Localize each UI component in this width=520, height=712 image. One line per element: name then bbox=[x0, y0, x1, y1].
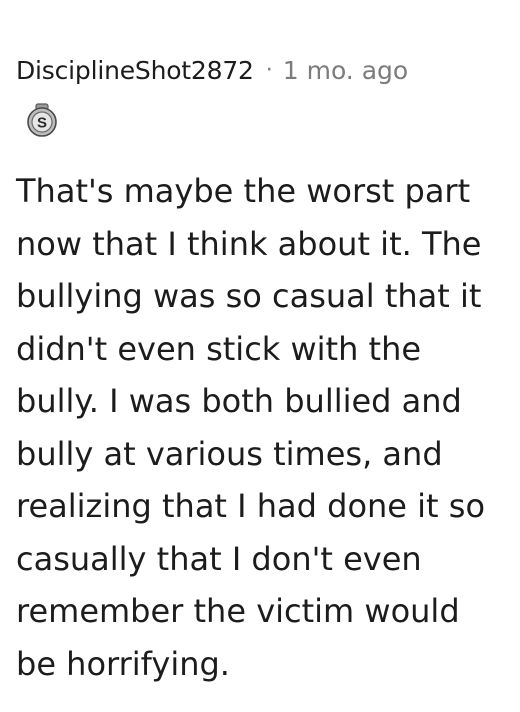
comment-body-line: casually that I don't even bbox=[16, 539, 422, 578]
comment-body-line: remember the victim would bbox=[16, 592, 460, 630]
comment-body-line: be horrifying. bbox=[16, 644, 230, 683]
flair-letter: S bbox=[37, 115, 47, 132]
s-coin-badge-icon: S bbox=[24, 102, 60, 138]
comment-body-line: realizing that I had done it so bbox=[16, 487, 486, 525]
username-link[interactable]: DisciplineShot2872 bbox=[16, 56, 254, 85]
comment-meta: DisciplineShot2872 · 1 mo. ago bbox=[16, 55, 408, 85]
comment-body-line: That's maybe the worst part bbox=[16, 172, 471, 210]
comment-body-line: bully at various times, and bbox=[16, 434, 443, 473]
comment-body-line: bullying was so casual that it bbox=[16, 277, 482, 315]
comment-body-line: didn't even stick with the bbox=[16, 329, 422, 368]
comment-body: That's maybe the worst part now that I t… bbox=[16, 165, 516, 690]
comment-body-line: now that I think about it. The bbox=[16, 224, 482, 263]
comment-body-line: bully. I was both bullied and bbox=[16, 382, 462, 420]
comment-timestamp[interactable]: 1 mo. ago bbox=[283, 56, 408, 85]
meta-separator: · bbox=[265, 57, 273, 83]
